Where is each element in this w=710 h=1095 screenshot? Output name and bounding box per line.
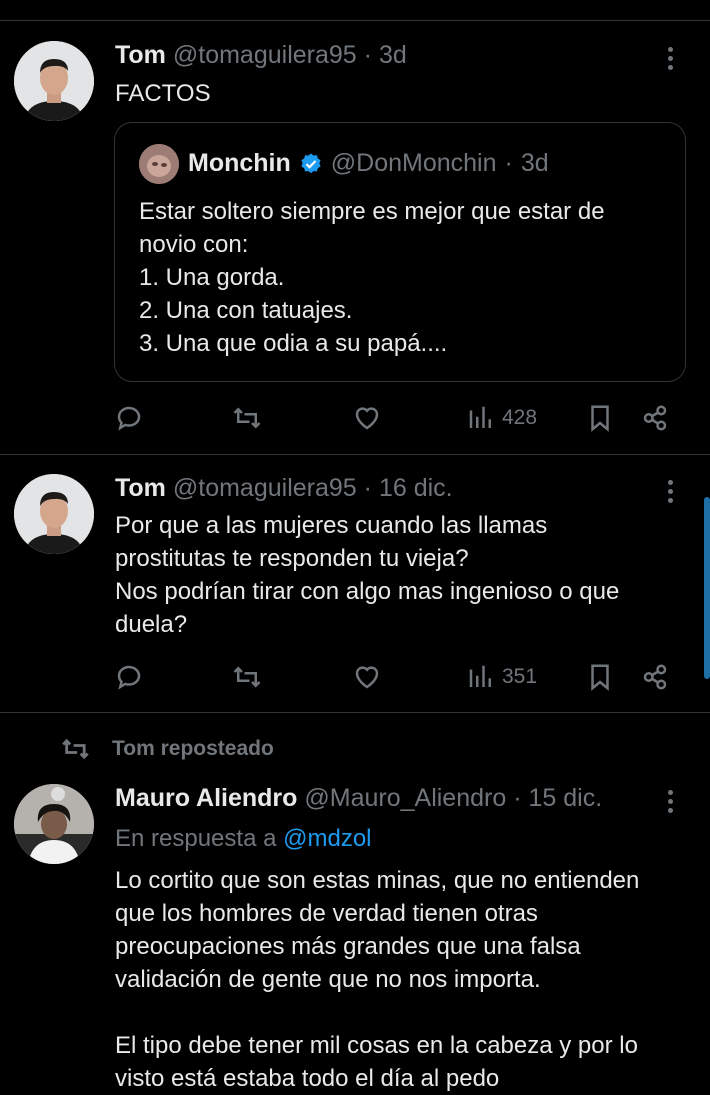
author-name[interactable]: Mauro Aliendro <box>115 784 297 812</box>
quoted-tweet[interactable]: Monchin @DonMonchin · 3d Estar soltero s… <box>114 122 686 382</box>
bookmark-button[interactable] <box>585 657 615 697</box>
action-bar: 351 <box>114 657 674 697</box>
avatar[interactable] <box>14 41 94 121</box>
separator: · <box>363 41 372 69</box>
share-button[interactable] <box>640 657 670 697</box>
reply-button[interactable] <box>114 398 144 438</box>
action-bar: 428 <box>114 398 674 438</box>
views-icon <box>469 406 491 428</box>
like-button[interactable] <box>352 657 382 697</box>
tweet-text: FACTOS <box>115 80 211 107</box>
repost-indicator: Tom reposteado <box>60 735 274 763</box>
retweet-icon <box>62 738 89 760</box>
reply-button[interactable] <box>114 657 144 697</box>
author-handle[interactable]: @tomaguilera95 <box>173 41 357 69</box>
retweet-button[interactable] <box>232 398 262 438</box>
quote-avatar-image <box>139 144 179 184</box>
retweet-button[interactable] <box>232 657 262 697</box>
top-divider <box>0 20 710 21</box>
views-count: 351 <box>502 665 538 688</box>
repost-label[interactable]: Tom reposteado <box>112 737 274 761</box>
timestamp[interactable]: 3d <box>379 41 407 69</box>
views-icon <box>469 665 491 687</box>
avatar-image <box>14 41 94 121</box>
scrollbar[interactable] <box>704 497 710 679</box>
share-icon <box>643 405 667 431</box>
share-icon <box>643 664 667 690</box>
tweet-divider <box>0 712 710 713</box>
more-icon[interactable] <box>660 476 680 506</box>
quote-author-handle[interactable]: @DonMonchin <box>331 149 497 178</box>
retweet-icon <box>233 407 261 429</box>
tweet-header: Mauro Aliendro @Mauro_Aliendro · 15 dic. <box>115 784 602 813</box>
bookmark-icon <box>591 664 609 691</box>
tweet-text: Por que a las mujeres cuando las llamas … <box>115 512 620 638</box>
tweet-header: Tom @tomaguilera95 · 16 dic. <box>115 474 453 503</box>
timestamp[interactable]: 16 dic. <box>379 474 453 502</box>
quote-timestamp[interactable]: 3d <box>521 149 549 178</box>
avatar[interactable] <box>14 784 94 864</box>
like-icon <box>355 407 379 430</box>
tweet-header: Tom @tomaguilera95 · 3d <box>115 41 407 70</box>
retweet-icon <box>233 666 261 688</box>
tweet-divider <box>0 454 710 455</box>
like-button[interactable] <box>352 398 382 438</box>
verified-badge-icon <box>301 153 321 173</box>
reply-mention-link[interactable]: @mdzol <box>283 825 371 852</box>
like-icon <box>355 666 379 689</box>
quote-header: Monchin @DonMonchin · 3d <box>188 149 549 178</box>
reply-icon <box>117 665 141 690</box>
reply-icon <box>117 406 141 431</box>
views-count: 428 <box>502 406 538 429</box>
quote-author-name[interactable]: Monchin <box>188 149 291 178</box>
timestamp[interactable]: 15 dic. <box>528 784 602 812</box>
avatar[interactable] <box>14 474 94 554</box>
more-icon[interactable] <box>660 43 680 73</box>
avatar-image <box>14 474 94 554</box>
bookmark-icon <box>591 405 609 432</box>
share-button[interactable] <box>640 398 670 438</box>
author-handle[interactable]: @Mauro_Aliendro <box>304 784 506 812</box>
bookmark-button[interactable] <box>585 398 615 438</box>
views-button[interactable]: 351 <box>466 657 537 697</box>
views-button[interactable]: 428 <box>466 398 537 438</box>
reply-context: En respuesta a @mdzol <box>115 825 372 853</box>
quote-avatar[interactable] <box>139 144 179 184</box>
separator: · <box>504 149 513 177</box>
more-icon[interactable] <box>660 786 680 816</box>
author-name[interactable]: Tom <box>115 41 166 69</box>
avatar-image <box>14 784 94 864</box>
quote-text: Estar soltero siempre es mejor que estar… <box>139 198 605 357</box>
reply-prefix: En respuesta a <box>115 825 284 852</box>
separator: · <box>513 784 522 812</box>
separator: · <box>363 474 372 502</box>
tweet-text: Lo cortito que son estas minas, que no e… <box>115 867 640 1092</box>
author-handle[interactable]: @tomaguilera95 <box>173 474 357 502</box>
author-name[interactable]: Tom <box>115 474 166 502</box>
